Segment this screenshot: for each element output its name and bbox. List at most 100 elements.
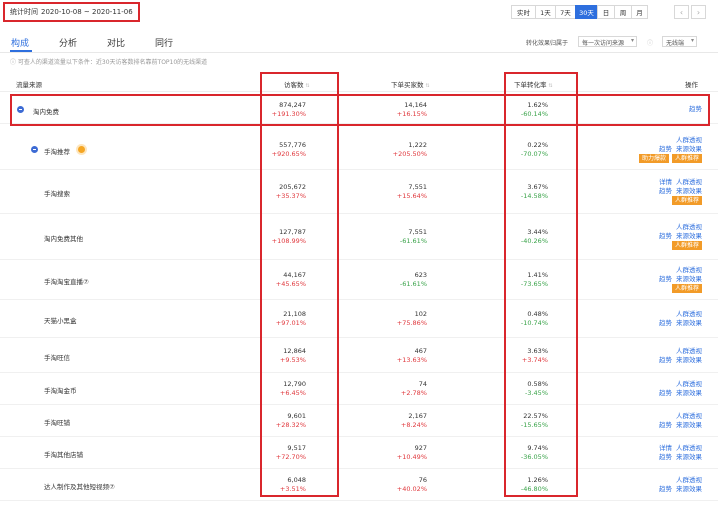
row-action-link[interactable]: 趋势 xyxy=(659,453,672,461)
row-operations: 人群透视 趋势 来源效果 xyxy=(655,412,702,430)
conversion-value: 1.41% xyxy=(527,271,548,279)
conversion-change: -3.45% xyxy=(525,389,548,397)
period-7day-button[interactable]: 7天 xyxy=(555,5,575,19)
row-action-link[interactable]: 人群透视 xyxy=(676,476,702,484)
info-icon[interactable]: ⓘ xyxy=(647,38,653,47)
row-action-link[interactable]: 来源效果 xyxy=(676,232,702,240)
col-buyers-label: 下单买家数 xyxy=(391,81,424,89)
row-action-link[interactable]: 趋势 xyxy=(659,485,672,493)
buyers-cell: 7,551 -61.61% xyxy=(400,228,427,246)
buyers-change: +13.63% xyxy=(396,356,427,364)
tab-compare[interactable]: 对比 xyxy=(107,36,125,49)
row-tag[interactable]: 人群推荐 xyxy=(671,196,702,205)
row-action-link[interactable]: 来源效果 xyxy=(676,145,702,153)
period-realtime-button[interactable]: 实时 xyxy=(511,5,535,19)
row-tag[interactable]: 人群推荐 xyxy=(671,241,702,250)
conversion-cell: 3.67% -14.58% xyxy=(521,183,548,201)
row-action-link[interactable]: 趋势 xyxy=(659,275,672,283)
col-conversion[interactable]: 下单转化率 ⇅ xyxy=(514,79,553,89)
source-name[interactable]: 手淘其他店铺 xyxy=(44,449,83,459)
source-name[interactable]: 手淘淘宝直播⑦ xyxy=(44,276,89,286)
visitors-cell: 874,247 +191.30% xyxy=(272,101,306,119)
row-action-link[interactable]: 来源效果 xyxy=(676,421,702,429)
buyers-change: -61.61% xyxy=(399,237,427,245)
source-name[interactable]: 手淘淘金币 xyxy=(44,385,77,395)
row-action-link[interactable]: 来源效果 xyxy=(676,453,702,461)
prev-period-button[interactable]: ‹ xyxy=(674,5,689,19)
collapse-icon[interactable] xyxy=(17,106,24,113)
period-week-button[interactable]: 周 xyxy=(614,5,631,19)
buyers-value: 2,167 xyxy=(408,412,427,420)
row-action-link[interactable]: 趋势 xyxy=(659,356,672,364)
row-action-link[interactable]: 来源效果 xyxy=(676,275,702,283)
source-name: 手淘推荐 xyxy=(44,148,70,156)
chevron-right-icon: › xyxy=(696,7,701,17)
expand-icon[interactable] xyxy=(31,146,38,153)
row-action-link[interactable]: 详情 xyxy=(659,444,672,452)
row-action-link[interactable]: 人群透视 xyxy=(676,266,702,274)
period-month-button[interactable]: 月 xyxy=(631,5,648,19)
row-action-link[interactable]: 趋势 xyxy=(659,389,672,397)
period-day-button[interactable]: 日 xyxy=(597,5,614,19)
visitors-cell: 205,672 +35.37% xyxy=(276,183,306,201)
row-action-link[interactable]: 来源效果 xyxy=(676,187,702,195)
sort-icon: ⇅ xyxy=(548,83,553,89)
row-action-link[interactable]: 来源效果 xyxy=(676,356,702,364)
row-action-link[interactable]: 人群透视 xyxy=(676,347,702,355)
row-action-link[interactable]: 趋势 xyxy=(659,232,672,240)
conversion-cell: 3.44% -40.26% xyxy=(521,228,548,246)
conversion-change: -10.74% xyxy=(520,319,548,327)
col-visitors[interactable]: 访客数 ⇅ xyxy=(284,79,310,89)
row-tag[interactable]: 助力爆款 xyxy=(638,154,669,163)
tab-composition[interactable]: 构成 xyxy=(11,36,29,49)
col-source: 流量来源 xyxy=(16,81,42,89)
col-buyers[interactable]: 下单买家数 ⇅ xyxy=(391,79,430,89)
period-1day-button[interactable]: 1天 xyxy=(535,5,555,19)
next-period-button[interactable]: › xyxy=(691,5,706,19)
conversion-change: -73.65% xyxy=(520,280,548,288)
row-action-link[interactable]: 来源效果 xyxy=(676,485,702,493)
buyers-cell: 76 +40.02% xyxy=(397,476,427,494)
row-action-link[interactable]: 人群透视 xyxy=(676,310,702,318)
source-name[interactable]: 手淘旺铺 xyxy=(44,417,70,427)
row-action-link[interactable]: 人群透视 xyxy=(676,444,702,452)
row-action-link[interactable]: 人群透视 xyxy=(676,223,702,231)
row-action-link[interactable]: 趋势 xyxy=(659,319,672,327)
row-action-link[interactable]: 人群透视 xyxy=(676,380,702,388)
tab-analysis[interactable]: 分析 xyxy=(59,36,77,49)
buyers-change: +15.64% xyxy=(396,192,427,200)
row-action-link[interactable]: 人群透视 xyxy=(676,136,702,144)
device-select[interactable]: 无线端 ▾ xyxy=(662,36,698,47)
row-action-link[interactable]: 趋势 xyxy=(659,145,672,153)
row-action-link[interactable]: 趋势 xyxy=(659,421,672,429)
date-range-picker[interactable]: 统计时间 2020-10-08 ~ 2020-11-06 xyxy=(3,2,140,22)
row-action-link[interactable]: 来源效果 xyxy=(676,319,702,327)
row-action-link[interactable]: 趋势 xyxy=(659,187,672,195)
date-range-value: 2020-10-08 ~ 2020-11-06 xyxy=(41,8,133,16)
row-operations: 人群透视 趋势 来源效果 人群推荐 xyxy=(655,223,702,250)
top-bar: 统计时间 2020-10-08 ~ 2020-11-06 实时 1天 7天 30… xyxy=(0,0,718,26)
tab-peers[interactable]: 同行 xyxy=(155,36,173,49)
source-name[interactable]: 手淘搜索 xyxy=(44,188,70,198)
period-30day-button[interactable]: 30天 xyxy=(575,5,597,19)
visitors-value: 9,601 xyxy=(287,412,306,420)
table-row: 手淘搜索 205,672 +35.37% 7,551 +15.64% 3.67% -14.5… xyxy=(0,170,718,214)
row-action-link[interactable]: 来源效果 xyxy=(676,389,702,397)
source-name[interactable]: 天猫小黑盒 xyxy=(44,315,77,325)
source-name[interactable]: 手淘旺信 xyxy=(44,352,70,362)
row-action-link[interactable]: 趋势 xyxy=(689,105,702,113)
row-tag[interactable]: 人群推荐 xyxy=(671,284,702,293)
source-name[interactable]: 达人制作及其他短视频⑦ xyxy=(44,481,115,491)
row-action-link[interactable]: 人群透视 xyxy=(676,178,702,186)
sort-icon: ⇅ xyxy=(305,83,310,89)
visitors-cell: 9,517 +72.70% xyxy=(276,444,306,462)
visitors-cell: 44,167 +45.65% xyxy=(276,271,306,289)
row-action-link[interactable]: 详情 xyxy=(659,178,672,186)
attribution-select[interactable]: 每一次访问来源 ▾ xyxy=(578,36,638,47)
row-action-link[interactable]: 人群透视 xyxy=(676,412,702,420)
row-tag[interactable]: 人群推荐 xyxy=(671,154,702,163)
row-operations: 人群透视 趋势 来源效果 xyxy=(655,347,702,365)
source-name[interactable]: 淘内免费其他 xyxy=(44,233,83,243)
buyers-change: +40.02% xyxy=(396,485,427,493)
buyers-change: +10.49% xyxy=(396,453,427,461)
